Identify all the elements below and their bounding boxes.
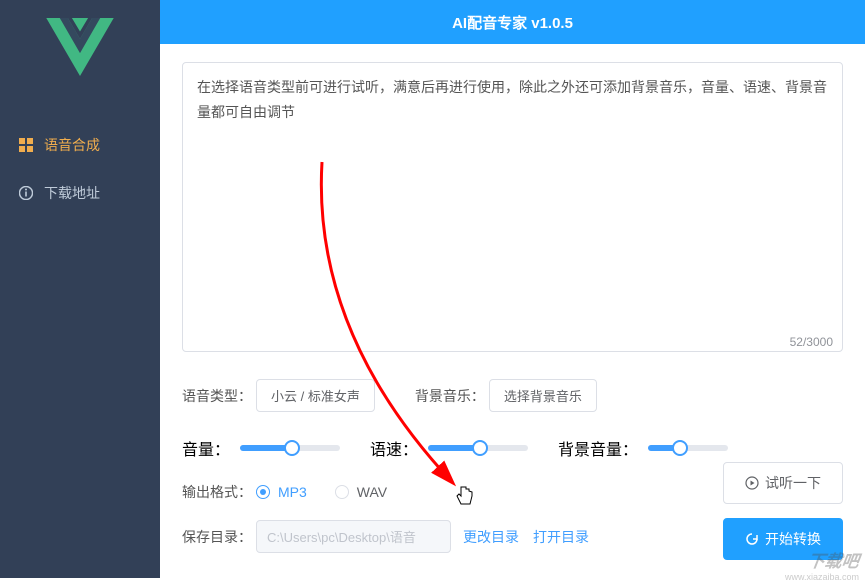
- format-mp3-radio[interactable]: MP3: [256, 484, 307, 500]
- start-convert-button[interactable]: 开始转换: [723, 518, 843, 560]
- char-count: 52/3000: [790, 335, 833, 349]
- bg-music-select[interactable]: 选择背景音乐: [489, 379, 597, 412]
- text-input[interactable]: [182, 62, 843, 352]
- preview-button[interactable]: 试听一下: [723, 462, 843, 504]
- vue-logo-icon: [46, 18, 114, 81]
- info-icon: [18, 185, 34, 201]
- save-dir-input[interactable]: C:\Users\pc\Desktop\语音: [256, 520, 451, 553]
- button-label: 开始转换: [765, 529, 821, 549]
- nav-voice-synthesis[interactable]: 语音合成: [0, 121, 160, 169]
- speed-slider[interactable]: [428, 445, 528, 451]
- radio-label: WAV: [357, 484, 387, 500]
- refresh-icon: [745, 532, 759, 546]
- open-dir-link[interactable]: 打开目录: [533, 527, 589, 547]
- format-wav-radio[interactable]: WAV: [335, 484, 387, 500]
- titlebar: AI配音专家 v1.0.5: [160, 0, 865, 44]
- change-dir-link[interactable]: 更改目录: [463, 527, 519, 547]
- radio-dot-icon: [256, 485, 270, 499]
- volume-slider[interactable]: [240, 445, 340, 451]
- bg-music-label: 背景音乐：: [415, 386, 485, 406]
- volume-label: 音量：: [182, 436, 230, 460]
- speed-label: 语速：: [370, 436, 418, 460]
- app-title: AI配音专家 v1.0.5: [452, 12, 573, 33]
- sidebar: 语音合成 下载地址: [0, 0, 160, 578]
- bg-volume-label: 背景音量：: [558, 436, 638, 460]
- button-label: 试听一下: [765, 473, 821, 493]
- bg-volume-slider[interactable]: [648, 445, 728, 451]
- format-label: 输出格式：: [182, 482, 252, 502]
- nav-label: 语音合成: [44, 135, 100, 155]
- voice-type-select[interactable]: 小云 / 标准女声: [256, 379, 375, 412]
- play-circle-icon: [745, 476, 759, 490]
- save-dir-label: 保存目录：: [182, 527, 252, 547]
- nav-download-url[interactable]: 下载地址: [0, 169, 160, 217]
- nav-label: 下载地址: [44, 183, 100, 203]
- radio-label: MP3: [278, 484, 307, 500]
- grid-icon: [18, 137, 34, 153]
- voice-type-label: 语音类型：: [182, 386, 252, 406]
- radio-dot-icon: [335, 485, 349, 499]
- main-panel: AI配音专家 v1.0.5 52/3000 语音类型： 小云 / 标准女声 背景…: [160, 0, 865, 578]
